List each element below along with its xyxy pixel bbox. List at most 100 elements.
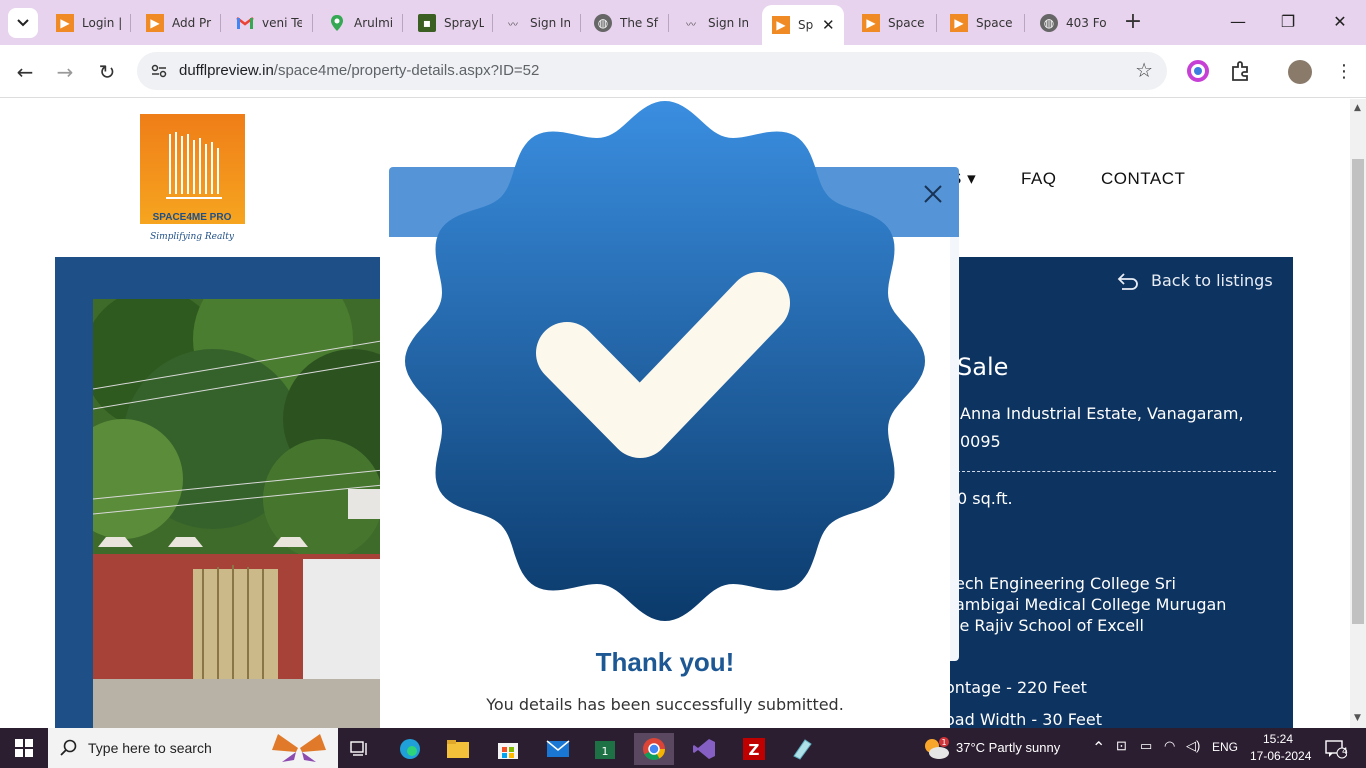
close-tab-icon[interactable]: ✕ <box>822 16 835 34</box>
browser-tab[interactable]: ▪ SprayL <box>408 8 492 38</box>
globe-icon: ◍ <box>1040 14 1058 32</box>
weather-text[interactable]: 37°C Partly sunny <box>956 740 1060 755</box>
language-indicator[interactable]: ENG <box>1212 740 1238 754</box>
browser-tab[interactable]: 〰 Sign In <box>672 8 756 38</box>
wave-logo-icon: 〰 <box>686 19 696 31</box>
butterfly-icon <box>272 734 326 762</box>
property-area: 0 sq.ft. <box>957 489 1013 508</box>
wifi-icon[interactable]: ◠ <box>1164 738 1175 754</box>
orange-square-icon: ▶ <box>146 14 164 32</box>
nearby-line1: ech Engineering College Sri <box>955 574 1176 593</box>
property-frontage: ontage - 220 Feet <box>945 678 1087 697</box>
page-scrollbar[interactable]: ▲ ▼ <box>1350 99 1366 728</box>
thank-you-heading: Thank you! <box>595 647 735 677</box>
svg-text:1: 1 <box>602 745 609 758</box>
orange-square-icon: ▶ <box>56 14 74 32</box>
forward-arrow-icon[interactable]: → <box>50 57 80 87</box>
chrome-icon[interactable] <box>634 733 674 765</box>
property-address-line1: Anna Industrial Estate, Vanagaram, <box>960 404 1244 423</box>
web-page: SPACE4ME PRO Simplifying Realty S ▾ FAQ … <box>0 99 1350 728</box>
tab-strip: ▶ Login | ▶ Add Pr veni Te Arulmi ▪ Spra… <box>0 0 1366 45</box>
orange-square-icon: ▶ <box>772 16 790 34</box>
svg-text:1: 1 <box>941 738 946 747</box>
windows-taskbar: Type here to search 1 Z 1 37°C Partly su… <box>0 728 1366 768</box>
file-explorer-icon[interactable] <box>438 733 478 765</box>
back-arrow-icon[interactable]: ← <box>10 57 40 87</box>
orange-square-icon: ▶ <box>862 14 880 32</box>
visual-studio-icon[interactable] <box>684 733 724 765</box>
property-title: Sale <box>957 353 1009 381</box>
property-photo <box>93 299 393 728</box>
success-message: You details has been successfully submit… <box>486 695 844 714</box>
store-icon[interactable] <box>488 733 528 765</box>
nearby-line2: ambigai Medical College Murugan <box>955 595 1227 614</box>
browser-tab[interactable]: ▶ Space <box>852 8 936 38</box>
browser-tab[interactable]: veni Te <box>226 8 310 38</box>
reload-icon[interactable]: ↻ <box>92 57 122 87</box>
project-app-icon[interactable]: 1 <box>586 733 626 765</box>
scroll-thumb[interactable] <box>1352 159 1364 624</box>
url-text: dufflpreview.in/space4me/property-detail… <box>179 62 540 79</box>
tab-search-button[interactable] <box>8 8 38 38</box>
tray-overflow-icon[interactable]: ⌃ <box>1092 738 1105 758</box>
battery-icon[interactable]: ▭ <box>1140 738 1152 754</box>
extension-color-icon[interactable] <box>1187 60 1211 84</box>
divider <box>957 471 1276 472</box>
nav-faq[interactable]: FAQ <box>1021 169 1057 189</box>
nearby-line3: le Rajiv School of Excell <box>955 616 1144 635</box>
browser-tab-active[interactable]: ▶ Sp ✕ <box>762 5 844 45</box>
mail-icon[interactable] <box>538 733 578 765</box>
svg-text:SPACE4ME PRO: SPACE4ME PRO <box>153 212 232 223</box>
new-tab-button[interactable]: + <box>1120 8 1146 36</box>
wave-logo-icon: 〰 <box>508 19 518 31</box>
edge-icon[interactable] <box>390 733 430 765</box>
back-to-listings-link[interactable]: Back to listings <box>1117 271 1273 290</box>
gmail-icon <box>236 14 254 32</box>
success-badge-icon <box>405 101 925 621</box>
svg-text:Z: Z <box>749 741 760 759</box>
filezilla-icon[interactable]: Z <box>734 733 774 765</box>
browser-tab[interactable]: ▶ Add Pr <box>136 8 220 38</box>
browser-tab[interactable]: ▶ Login | <box>46 8 130 38</box>
volume-icon[interactable]: ◁) <box>1186 738 1200 754</box>
chevron-down-icon <box>17 19 29 27</box>
search-icon <box>60 739 77 756</box>
shop-icon: ▪ <box>418 14 436 32</box>
maps-pin-icon <box>328 14 346 32</box>
taskbar-search[interactable]: Type here to search <box>48 728 338 768</box>
profile-avatar[interactable] <box>1288 60 1312 84</box>
globe-icon: ◍ <box>594 14 612 32</box>
svg-text:Simplifying Realty: Simplifying Realty <box>150 232 235 241</box>
task-view-icon[interactable] <box>340 733 380 765</box>
notifications-icon[interactable]: 4 <box>1318 733 1354 765</box>
orange-square-icon: ▶ <box>950 14 968 32</box>
scroll-up-icon[interactable]: ▲ <box>1354 103 1361 113</box>
windows-start-icon[interactable] <box>0 728 48 768</box>
clock-time[interactable]: 15:24 <box>1263 732 1293 746</box>
site-logo[interactable]: SPACE4ME PRO Simplifying Realty <box>140 114 245 242</box>
restore-icon[interactable]: ❐ <box>1268 8 1308 36</box>
bookmark-star-icon[interactable]: ☆ <box>1135 58 1153 82</box>
nav-contact[interactable]: CONTACT <box>1101 169 1185 189</box>
property-road-width: oad Width - 30 Feet <box>945 710 1102 728</box>
site-info-icon[interactable] <box>145 57 173 85</box>
caret-down-icon: ▾ <box>967 169 977 188</box>
browser-tab[interactable]: ▶ Space <box>940 8 1024 38</box>
extensions-puzzle-icon[interactable] <box>1229 60 1253 84</box>
browser-tab[interactable]: Arulmi <box>318 8 402 38</box>
scroll-down-icon[interactable]: ▼ <box>1354 713 1361 723</box>
address-bar[interactable]: dufflpreview.in/space4me/property-detail… <box>137 52 1167 90</box>
return-arrow-icon <box>1117 272 1138 290</box>
notepad-icon[interactable] <box>782 733 822 765</box>
kebab-menu-icon[interactable]: ⋮ <box>1332 60 1356 84</box>
minimize-icon[interactable]: — <box>1218 8 1258 36</box>
browser-tab[interactable]: ◍ The Sf <box>584 8 668 38</box>
clock-date[interactable]: 17-06-2024 <box>1250 749 1311 763</box>
property-address-line2: 0095 <box>960 432 1001 451</box>
browser-tab[interactable]: 〰 Sign In <box>494 8 578 38</box>
browser-toolbar: ← → ↻ dufflpreview.in/space4me/property-… <box>0 45 1366 98</box>
browser-tab[interactable]: ◍ 403 Fo <box>1030 8 1114 38</box>
weather-icon[interactable]: 1 <box>918 733 954 765</box>
close-window-icon[interactable]: ✕ <box>1320 8 1360 36</box>
meet-now-icon[interactable]: ⊡ <box>1116 738 1127 754</box>
